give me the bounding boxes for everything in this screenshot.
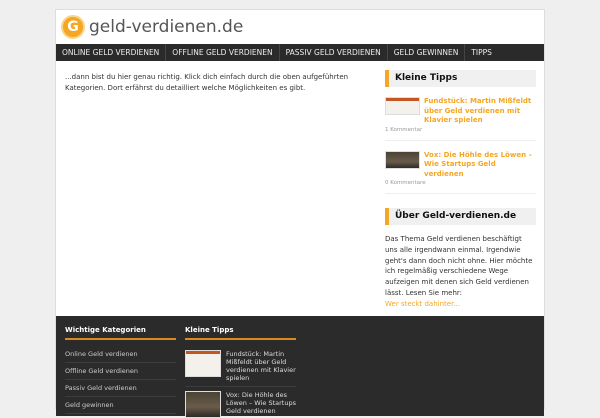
- footer-tip-link[interactable]: Vox: Die Höhle des Löwen – Wie Startups …: [226, 391, 296, 418]
- tip-link[interactable]: Fundstück: Martin Mißfeldt über Geld ver…: [424, 97, 536, 126]
- tip-thumbnail[interactable]: [185, 391, 221, 418]
- comment-count[interactable]: 0 Kommentare: [385, 180, 536, 194]
- footer-tip: Fundstück: Martin Mißfeldt über Geld ver…: [185, 350, 296, 382]
- site-logo[interactable]: G geld-verdienen.de: [61, 15, 243, 39]
- tip-thumbnail[interactable]: [385, 97, 420, 115]
- widget-title-about: Über Geld-verdienen.de: [385, 208, 536, 225]
- widget-title-tips: Kleine Tipps: [385, 70, 536, 87]
- nav-passiv[interactable]: PASSIV GELD VERDIENEN: [280, 44, 388, 61]
- tip-thumbnail[interactable]: [185, 350, 221, 377]
- tip-thumbnail[interactable]: [385, 150, 420, 169]
- footer-tip-link[interactable]: Fundstück: Martin Mißfeldt über Geld ver…: [226, 350, 296, 382]
- footer-link[interactable]: Offline Geld verdienen: [65, 363, 176, 380]
- about-link[interactable]: Wer steckt dahinter...: [385, 300, 460, 308]
- footer-link[interactable]: Passiv Geld verdienen: [65, 380, 176, 397]
- footer-categories: Wichtige Kategorien Online Geld verdiene…: [65, 326, 176, 414]
- nav-tipps[interactable]: TIPPS: [465, 44, 498, 61]
- footer-tip: Vox: Die Höhle des Löwen – Wie Startups …: [185, 386, 296, 418]
- main-nav: ONLINE GELD VERDIENEN OFFLINE GELD VERDI…: [56, 44, 544, 61]
- nav-online[interactable]: ONLINE GELD VERDIENEN: [56, 44, 167, 61]
- logo-coin-icon: G: [61, 15, 85, 39]
- footer-link[interactable]: Online Geld verdienen: [65, 346, 176, 363]
- page-container: G geld-verdienen.de ONLINE GELD VERDIENE…: [55, 9, 545, 418]
- tip-link[interactable]: Vox: Die Höhle des Löwen – Wie Startups …: [424, 151, 536, 180]
- site-name: geld-verdienen.de: [89, 17, 244, 37]
- about-text: Das Thema Geld verdienen beschäftigt uns…: [385, 235, 533, 297]
- intro-text: ...dann bist du hier genau richtig. Klic…: [65, 73, 349, 92]
- tip-item: Vox: Die Höhle des Löwen – Wie Startups …: [385, 150, 536, 180]
- tip-item: Fundstück: Martin Mißfeldt über Geld ver…: [385, 97, 536, 126]
- footer-tips: Kleine Tipps Fundstück: Martin Mißfeldt …: [185, 326, 296, 418]
- nav-gewinnen[interactable]: GELD GEWINNEN: [388, 44, 466, 61]
- about-widget: Das Thema Geld verdienen beschäftigt uns…: [385, 234, 536, 310]
- comment-count[interactable]: 1 Kommentar: [385, 127, 536, 141]
- footer-title-tips: Kleine Tipps: [185, 326, 296, 340]
- sidebar: Kleine Tipps Fundstück: Martin Mißfeldt …: [385, 70, 536, 310]
- nav-offline[interactable]: OFFLINE GELD VERDIENEN: [166, 44, 280, 61]
- footer-title-categories: Wichtige Kategorien: [65, 326, 176, 340]
- footer: Wichtige Kategorien Online Geld verdiene…: [56, 316, 544, 418]
